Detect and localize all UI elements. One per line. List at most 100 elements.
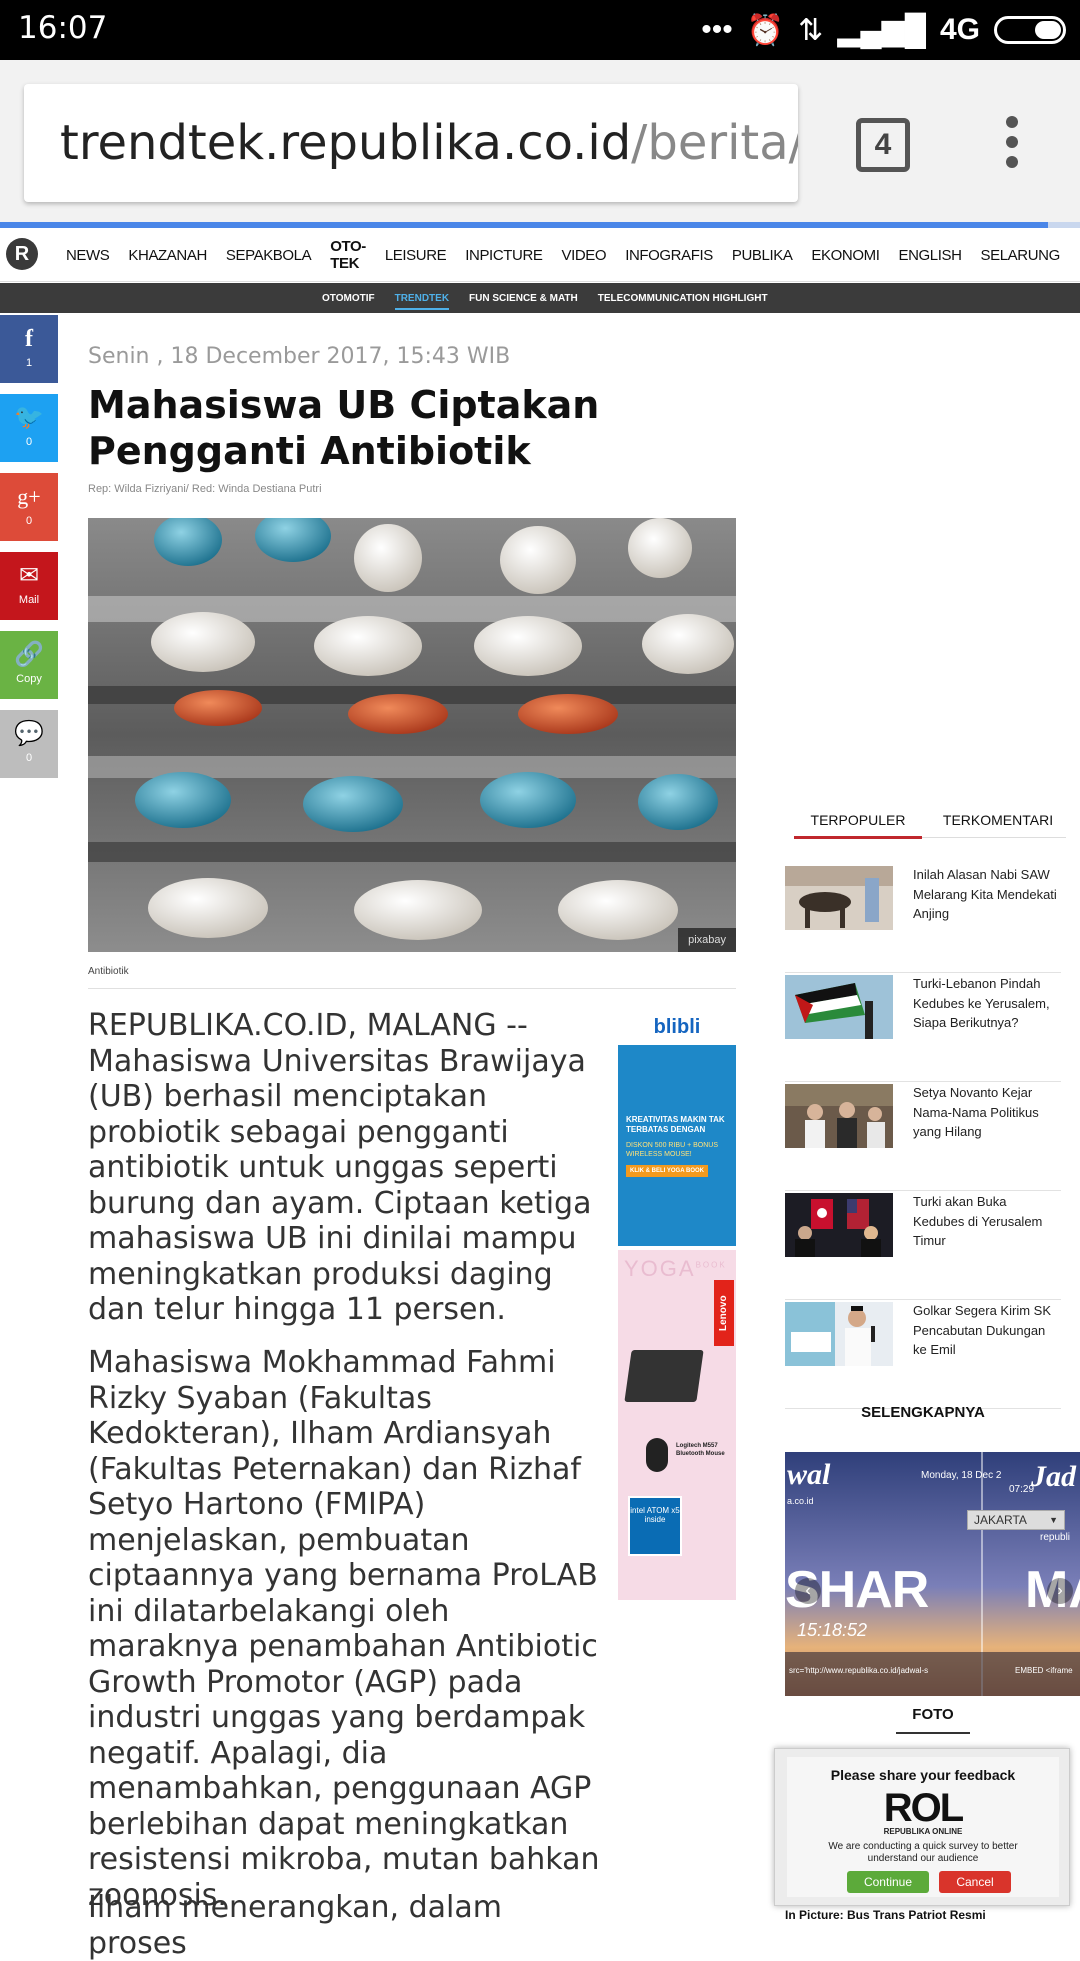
prayer-title-fragment-right: Jad	[1031, 1460, 1076, 1493]
site-navigation: R NEWS KHAZANAH SEPAKBOLA OTO-TEK LEISURE INP…	[0, 228, 1080, 282]
share-mail-button[interactable]: ✉ Mail	[0, 552, 58, 620]
subnav-item-telecommunication-highlight[interactable]: TELECOMMUNICATION HIGHLIGHT	[598, 293, 768, 304]
mail-label: Mail	[18, 594, 40, 606]
nav-item-video[interactable]: VIDEO	[562, 247, 607, 264]
nav-item-inpicture[interactable]: INPICTURE	[465, 247, 543, 264]
subnav-item-trendtek[interactable]: TRENDTEK	[394, 293, 450, 310]
article-paragraph: REPUBLIKA.CO.ID, MALANG -- Mahasiswa Uni…	[88, 1008, 592, 1327]
prayer-times-widget[interactable]: wal a.co.id Monday, 18 Dec 2 07:29 Jad J…	[785, 1452, 1080, 1696]
article-paragraph: Ilham menerangkan, dalam proses	[88, 1890, 502, 1961]
popular-title: Turki akan Buka Kedubes di Yerusalem Tim…	[913, 1194, 1043, 1248]
browser-menu-icon[interactable]	[1000, 116, 1024, 176]
nav-item-ekonomi[interactable]: EKONOMI	[811, 247, 879, 264]
popular-tabs: TERPOPULER TERKOMENTARI	[794, 806, 1066, 840]
url-host: trendtek.republika.co.id	[60, 115, 632, 171]
share-facebook-button[interactable]: f 1	[0, 315, 58, 383]
share-googleplus-button[interactable]: g+ 0	[0, 473, 58, 541]
url-bar[interactable]: trendtek.republika.co.id/berita/tre	[24, 84, 798, 202]
prev-arrow-icon[interactable]: ‹	[795, 1578, 821, 1604]
status-icons: ••• ⏰ ⇅ ▂▄▆█ 4G	[701, 10, 1066, 50]
popular-item[interactable]: Inilah Alasan Nabi SAW Melarang Kita Men…	[785, 865, 1061, 973]
tab-terkomentari[interactable]: TERKOMENTARI	[930, 812, 1066, 828]
feedback-continue-button[interactable]: Continue	[847, 1871, 929, 1893]
next-arrow-icon[interactable]: ›	[1047, 1578, 1073, 1604]
embed-src: src='http://www.republika.co.id/jadwal-s	[789, 1666, 929, 1675]
nav-item-leisure[interactable]: LEISURE	[385, 247, 447, 264]
selengkapnya-link[interactable]: SELENGKAPNYA	[785, 1404, 1061, 1421]
twitter-count: 0	[25, 436, 33, 448]
popular-item[interactable]: Turki akan Buka Kedubes di Yerusalem Tim…	[785, 1192, 1061, 1300]
tablet-image	[624, 1350, 704, 1402]
intel-badge: intel ATOM x5 inside	[628, 1496, 682, 1556]
divider	[88, 988, 736, 989]
nav-item-infografis[interactable]: INFOGRAFIS	[625, 247, 713, 264]
prayer-date: Monday, 18 Dec 2	[921, 1470, 1002, 1481]
comments-button[interactable]: 💬 0	[0, 710, 58, 778]
popular-title: Inilah Alasan Nabi SAW Melarang Kita Men…	[913, 867, 1057, 921]
network-type: 4G	[939, 13, 980, 46]
feedback-title: Please share your feedback	[830, 1767, 1016, 1783]
popular-thumbnail	[785, 1084, 893, 1148]
comment-icon: 💬	[14, 720, 44, 747]
prayer-title-fragment: wal	[787, 1458, 831, 1491]
ad-cta-button[interactable]: KLIK & BELI YOGA BOOK	[626, 1165, 709, 1177]
nav-item-oto-tek[interactable]: OTO-TEK	[330, 238, 366, 272]
feedback-description: We are conducting a quick survey to bett…	[828, 1841, 1018, 1864]
subnav-item-fun-science-math[interactable]: FUN SCIENCE & MATH	[469, 293, 578, 304]
article-paragraph: Mahasiswa Mokhammad Fahmi Rizky Syaban (…	[88, 1345, 600, 1913]
city-select[interactable]: JAKARTA ▼	[967, 1510, 1065, 1530]
more-notifications-icon: •••	[701, 13, 733, 46]
mouse-label: Logitech M557 Bluetooth Mouse	[676, 1443, 725, 1457]
ad-headline: KREATIVITAS MAKIN TAK TERBATAS DENGAN	[626, 1115, 725, 1134]
nav-item-sepakbola[interactable]: SEPAKBOLA	[226, 247, 312, 264]
blibli-logo: blibli	[618, 1009, 736, 1045]
feedback-panel: Please share your feedback ROL REPUBLIKA…	[787, 1757, 1059, 1897]
battery-icon	[994, 16, 1066, 44]
prayer-site-right: republi	[1040, 1532, 1071, 1543]
article-byline: Rep: Wilda Fizriyani/ Red: Winda Destian…	[88, 483, 322, 495]
popular-item[interactable]: Setya Novanto Kejar Nama-Nama Politikus …	[785, 1083, 1061, 1191]
popular-item[interactable]: Turki-Lebanon Pindah Kedubes ke Yerusale…	[785, 974, 1061, 1082]
data-arrows-icon: ⇅	[798, 13, 824, 47]
embed-code: EMBED <iframe	[1015, 1666, 1073, 1675]
foto-underline	[896, 1732, 970, 1734]
prayer-countdown: 15:18:52	[797, 1620, 868, 1640]
nav-item-english[interactable]: ENGLISH	[898, 247, 961, 264]
comments-count: 0	[25, 752, 33, 764]
sub-navigation: OTOMOTIF TRENDTEK FUN SCIENCE & MATH TELECO…	[0, 283, 1080, 313]
popular-item[interactable]: Golkar Segera Kirim SK Pencabutan Dukung…	[785, 1301, 1061, 1409]
blibli-ad-banner[interactable]: blibli KREATIVITAS MAKIN TAK TERBATAS DE…	[618, 1009, 736, 1246]
active-tab-indicator	[794, 836, 922, 839]
share-twitter-button[interactable]: 🐦 0	[0, 394, 58, 462]
feedback-cancel-button[interactable]: Cancel	[939, 1871, 1011, 1893]
popular-title: Turki-Lebanon Pindah Kedubes ke Yerusale…	[913, 976, 1050, 1030]
link-icon: 🔗	[14, 641, 44, 668]
ad-offer: DISKON 500 RIBU + BONUS WIRELESS MOUSE!	[626, 1142, 719, 1158]
copy-label: Copy	[16, 673, 42, 685]
image-credit: pixabay	[678, 928, 736, 952]
popular-title: Golkar Segera Kirim SK Pencabutan Dukung…	[913, 1303, 1051, 1357]
republika-logo[interactable]: R	[6, 238, 38, 270]
lenovo-ad-banner[interactable]: YOGABOOK Lenovo Logitech M557 Bluetooth …	[618, 1250, 736, 1600]
tab-terpopuler[interactable]: TERPOPULER	[794, 812, 922, 828]
yoga-logo: YOGABOOK	[624, 1256, 727, 1281]
copy-link-button[interactable]: 🔗 Copy	[0, 631, 58, 699]
image-caption: Antibiotik	[88, 966, 129, 977]
popular-title: Setya Novanto Kejar Nama-Nama Politikus …	[913, 1085, 1039, 1139]
status-bar: 16:07 ••• ⏰ ⇅ ▂▄▆█ 4G	[0, 0, 1080, 60]
nav-item-khazanah[interactable]: KHAZANAH	[128, 247, 207, 264]
googleplus-count: 0	[25, 515, 33, 527]
sub-nav-menu: OTOMOTIF TRENDTEK FUN SCIENCE & MATH TELECO…	[322, 283, 788, 313]
pills-photo	[88, 518, 736, 952]
nav-item-selarung[interactable]: SELARUNG	[981, 247, 1061, 264]
popular-thumbnail	[785, 866, 893, 930]
popular-thumbnail	[785, 975, 893, 1039]
rol-logo-subtitle: REPUBLIKA ONLINE	[883, 1827, 963, 1836]
subnav-item-otomotif[interactable]: OTOMOTIF	[322, 293, 375, 304]
tab-switcher-button[interactable]: 4	[856, 118, 910, 172]
lenovo-logo: Lenovo	[714, 1280, 734, 1346]
nav-item-news[interactable]: NEWS	[66, 247, 110, 264]
facebook-icon: f	[25, 326, 33, 352]
nav-item-publika[interactable]: PUBLIKA	[732, 247, 793, 264]
googleplus-icon: g+	[17, 484, 41, 509]
